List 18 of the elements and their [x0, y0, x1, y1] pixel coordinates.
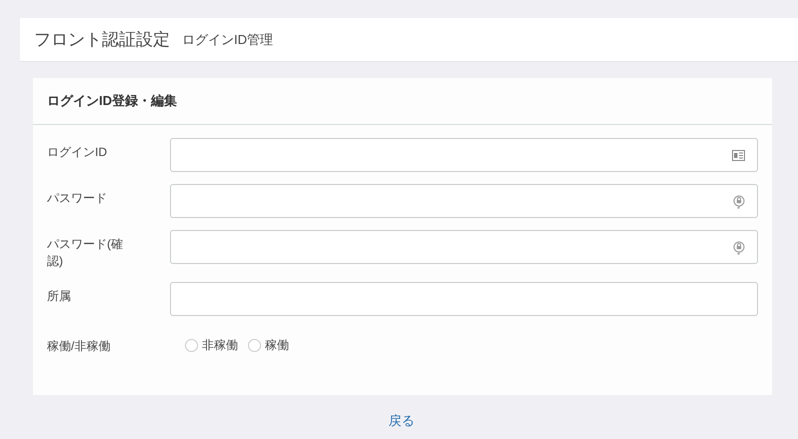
input-field[interactable] [170, 184, 758, 218]
lock-refresh-icon [733, 241, 745, 255]
lock-refresh-icon [733, 195, 745, 209]
page-title: フロント認証設定 [34, 28, 170, 51]
radio-option[interactable]: 稼働 [248, 336, 289, 354]
input-field[interactable] [170, 138, 758, 172]
input-field[interactable] [170, 282, 758, 316]
id-card-icon [732, 150, 745, 161]
radio-option[interactable]: 非稼働 [185, 336, 238, 354]
field-label: パスワード(確認) [47, 236, 124, 270]
input-field[interactable] [170, 230, 758, 264]
back-link[interactable]: 戻る [388, 411, 414, 430]
field-label: 稼働/非稼働 [47, 338, 112, 355]
card-title: ログインID登録・編集 [47, 92, 177, 110]
page-subtitle: ログインID管理 [182, 30, 273, 49]
field-label: 所属 [47, 288, 72, 305]
field-label: ログインID [47, 144, 108, 161]
field-label: パスワード [47, 190, 108, 207]
